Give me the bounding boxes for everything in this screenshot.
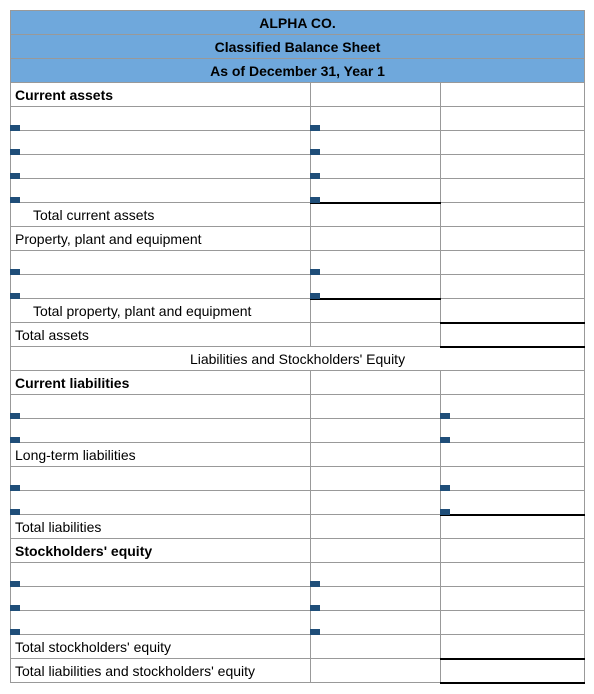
input-current-asset-3-name[interactable] <box>11 155 311 179</box>
cell-empty <box>441 131 585 155</box>
input-lt-liab-1-name[interactable] <box>11 467 311 491</box>
cell-empty <box>311 491 441 515</box>
cell-empty <box>311 83 441 107</box>
input-equity-3-name[interactable] <box>11 611 311 635</box>
cell-empty <box>311 539 441 563</box>
label-total-ppe: Total property, plant and equipment <box>11 299 311 323</box>
label-total-liabilities: Total liabilities <box>11 515 311 539</box>
label-stockholders-equity: Stockholders' equity <box>11 539 311 563</box>
input-lt-liab-1-amount[interactable] <box>441 467 585 491</box>
label-total-stockholders-equity: Total stockholders' equity <box>11 635 311 659</box>
cell-empty <box>311 467 441 491</box>
label-current-assets: Current assets <box>11 83 311 107</box>
input-current-asset-4-name[interactable] <box>11 179 311 203</box>
label-total-current-assets: Total current assets <box>11 203 311 227</box>
cell-total-stockholders-equity-amount[interactable] <box>441 635 585 659</box>
cell-empty <box>311 515 441 539</box>
cell-empty <box>441 611 585 635</box>
balance-sheet-table: ALPHA CO. Classified Balance Sheet As of… <box>10 10 585 684</box>
input-current-asset-2-name[interactable] <box>11 131 311 155</box>
cell-empty <box>311 227 441 251</box>
cell-empty <box>311 371 441 395</box>
cell-empty <box>441 539 585 563</box>
cell-empty <box>441 227 585 251</box>
label-current-liabilities: Current liabilities <box>11 371 311 395</box>
cell-total-current-assets-col2 <box>311 203 441 227</box>
label-ppe: Property, plant and equipment <box>11 227 311 251</box>
input-ppe-1-amount[interactable] <box>311 251 441 275</box>
label-total-assets: Total assets <box>11 323 311 347</box>
cell-total-current-assets-amount[interactable] <box>441 203 585 227</box>
header-company: ALPHA CO. <box>11 11 585 35</box>
cell-empty <box>441 107 585 131</box>
cell-empty <box>441 155 585 179</box>
cell-empty <box>441 179 585 203</box>
input-ppe-2-name[interactable] <box>11 275 311 299</box>
cell-total-liabilities-amount[interactable] <box>441 515 585 539</box>
cell-total-assets-amount[interactable] <box>441 323 585 347</box>
cell-empty <box>311 323 441 347</box>
input-current-asset-4-amount[interactable] <box>311 179 441 203</box>
input-current-liab-2-amount[interactable] <box>441 419 585 443</box>
input-current-liab-1-amount[interactable] <box>441 395 585 419</box>
input-current-liab-2-name[interactable] <box>11 419 311 443</box>
cell-total-liab-equity-amount[interactable] <box>441 659 585 683</box>
input-current-liab-1-name[interactable] <box>11 395 311 419</box>
input-current-asset-3-amount[interactable] <box>311 155 441 179</box>
input-current-asset-1-amount[interactable] <box>311 107 441 131</box>
cell-empty <box>441 371 585 395</box>
cell-empty <box>441 443 585 467</box>
cell-empty <box>311 443 441 467</box>
input-lt-liab-2-name[interactable] <box>11 491 311 515</box>
cell-empty <box>311 395 441 419</box>
cell-total-ppe-col2 <box>311 299 441 323</box>
cell-total-ppe-amount[interactable] <box>441 299 585 323</box>
input-ppe-1-name[interactable] <box>11 251 311 275</box>
cell-empty <box>441 275 585 299</box>
cell-empty <box>311 659 441 683</box>
input-current-asset-2-amount[interactable] <box>311 131 441 155</box>
input-current-asset-1-name[interactable] <box>11 107 311 131</box>
cell-empty <box>311 419 441 443</box>
input-equity-1-amount[interactable] <box>311 563 441 587</box>
cell-empty <box>441 563 585 587</box>
cell-empty <box>311 635 441 659</box>
header-title: Classified Balance Sheet <box>11 35 585 59</box>
cell-empty <box>441 251 585 275</box>
header-date: As of December 31, Year 1 <box>11 59 585 83</box>
label-long-term-liabilities: Long-term liabilities <box>11 443 311 467</box>
input-ppe-2-amount[interactable] <box>311 275 441 299</box>
input-lt-liab-2-amount[interactable] <box>441 491 585 515</box>
input-equity-2-name[interactable] <box>11 587 311 611</box>
input-equity-1-name[interactable] <box>11 563 311 587</box>
heading-liabilities-equity: Liabilities and Stockholders' Equity <box>11 347 585 371</box>
label-total-liab-equity: Total liabilities and stockholders' equi… <box>11 659 311 683</box>
input-equity-3-amount[interactable] <box>311 611 441 635</box>
cell-empty <box>441 587 585 611</box>
cell-empty <box>441 83 585 107</box>
input-equity-2-amount[interactable] <box>311 587 441 611</box>
